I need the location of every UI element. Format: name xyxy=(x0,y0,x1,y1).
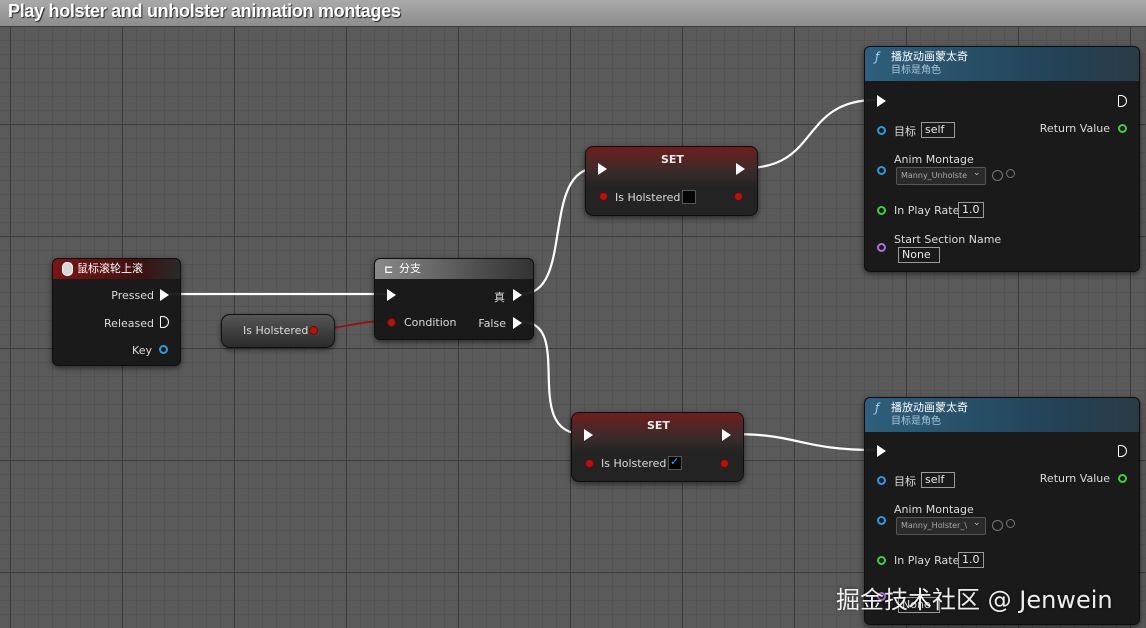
set-bottom-value-pin[interactable] xyxy=(585,459,594,468)
montage-bottom-exec-in-pin[interactable] xyxy=(877,445,886,457)
montage-top-target-value[interactable]: self xyxy=(921,122,955,138)
branch-exec-in-pin[interactable] xyxy=(387,289,396,301)
use-selected-asset-icon[interactable] xyxy=(992,520,1003,531)
play-montage-top-title: 播放动画蒙太奇 xyxy=(891,50,968,63)
play-montage-top-subtitle: 目标是角色 xyxy=(891,65,941,76)
montage-top-anim-pin[interactable] xyxy=(877,166,886,175)
set-top-title: SET xyxy=(661,153,684,166)
montage-top-exec-in-pin[interactable] xyxy=(877,95,886,107)
montage-top-return-pin[interactable] xyxy=(1118,124,1127,133)
montage-top-exec-out-pin[interactable] xyxy=(1118,95,1127,107)
set-bottom-output-pin[interactable] xyxy=(720,459,729,468)
montage-top-rate-value[interactable]: 1.0 xyxy=(958,202,984,218)
set-top-checkbox[interactable] xyxy=(682,190,696,204)
montage-bottom-exec-out-pin[interactable] xyxy=(1118,445,1127,457)
set-top-exec-in-pin[interactable] xyxy=(598,163,607,175)
mouse-icon xyxy=(62,262,73,276)
wire-set-bottom-to-montage-bottom xyxy=(731,432,877,452)
montage-bottom-rate-pin[interactable] xyxy=(877,556,886,565)
checkmark-icon: ✓ xyxy=(670,455,680,468)
use-selected-asset-icon[interactable] xyxy=(992,170,1003,181)
montage-bottom-target-pin[interactable] xyxy=(877,476,886,485)
is-holstered-getter-node[interactable]: Is Holstered xyxy=(221,314,335,348)
montage-top-rate-label: In Play Rate xyxy=(894,204,960,217)
condition-pin-label: Condition xyxy=(404,316,457,329)
condition-pin[interactable] xyxy=(387,318,396,327)
event-node-title: 鼠标滚轮上滚 xyxy=(77,262,143,275)
function-icon: ƒ xyxy=(875,50,880,64)
key-pin[interactable] xyxy=(159,345,168,354)
play-montage-bottom-header: ƒ 播放动画蒙太奇 目标是角色 xyxy=(865,398,1139,432)
branch-node[interactable]: ⊏ 分支 真 Condition False xyxy=(374,258,534,340)
montage-top-target-pin[interactable] xyxy=(877,126,886,135)
set-bottom-exec-in-pin[interactable] xyxy=(584,429,593,441)
montage-bottom-target-value[interactable]: self xyxy=(921,472,955,488)
is-holstered-getter-pin[interactable] xyxy=(309,326,318,335)
event-node-mouse-wheel-up[interactable]: 鼠标滚轮上滚 Pressed Released Key xyxy=(52,258,181,366)
montage-bottom-return-pin[interactable] xyxy=(1118,474,1127,483)
play-montage-bottom-title: 播放动画蒙太奇 xyxy=(891,401,968,414)
montage-top-return-label: Return Value xyxy=(1039,122,1110,135)
set-bottom-exec-out-pin[interactable] xyxy=(722,429,731,441)
true-exec-pin[interactable] xyxy=(513,289,522,301)
set-bottom-title: SET xyxy=(647,419,670,432)
montage-top-section-pin[interactable] xyxy=(877,243,886,252)
montage-top-section-value[interactable]: None xyxy=(898,247,940,263)
browse-asset-icon[interactable] xyxy=(1006,169,1015,178)
is-holstered-getter-label: Is Holstered xyxy=(243,324,309,337)
montage-bottom-return-label: Return Value xyxy=(1039,472,1110,485)
released-pin-label: Released xyxy=(104,317,154,330)
wire-set-top-to-montage-top xyxy=(745,98,877,170)
set-is-holstered-true-node[interactable]: SET Is Holstered ✓ xyxy=(571,412,744,482)
branch-node-title: 分支 xyxy=(399,262,421,275)
chevron-down-icon[interactable]: ⌄ xyxy=(973,518,981,528)
montage-bottom-anim-value: Manny_Holster_\ xyxy=(901,521,968,530)
false-pin-label: False xyxy=(478,317,506,330)
set-top-output-pin[interactable] xyxy=(734,192,743,201)
montage-top-anim-label: Anim Montage xyxy=(894,153,974,166)
pressed-exec-pin[interactable] xyxy=(160,289,169,301)
montage-top-rate-pin[interactable] xyxy=(877,206,886,215)
play-montage-bottom-subtitle: 目标是角色 xyxy=(891,416,941,427)
set-bottom-pin-label: Is Holstered xyxy=(601,457,667,470)
montage-top-target-label: 目标 xyxy=(894,125,916,138)
branch-node-header: ⊏ 分支 xyxy=(375,259,533,279)
set-top-pin-label: Is Holstered xyxy=(615,191,681,204)
released-exec-pin[interactable] xyxy=(160,316,169,328)
browse-asset-icon[interactable] xyxy=(1006,519,1015,528)
set-top-value-pin[interactable] xyxy=(599,192,608,201)
montage-top-section-label: Start Section Name xyxy=(894,233,1002,246)
true-pin-label: 真 xyxy=(494,291,505,304)
play-montage-top-header: ƒ 播放动画蒙太奇 目标是角色 xyxy=(865,47,1139,81)
event-node-header: 鼠标滚轮上滚 xyxy=(53,259,180,279)
set-is-holstered-false-node[interactable]: SET Is Holstered xyxy=(585,146,758,216)
function-icon: ƒ xyxy=(875,401,880,415)
montage-bottom-rate-label: In Play Rate xyxy=(894,554,960,567)
montage-bottom-anim-pin[interactable] xyxy=(877,516,886,525)
montage-bottom-anim-label: Anim Montage xyxy=(894,503,974,516)
set-bottom-checkbox[interactable]: ✓ xyxy=(668,455,682,470)
branch-icon: ⊏ xyxy=(384,263,394,276)
play-montage-node-top[interactable]: ƒ 播放动画蒙太奇 目标是角色 目标 self Return Value Ani… xyxy=(864,46,1140,272)
watermark: 掘金技术社区 @ Jenwein xyxy=(836,586,1113,614)
key-pin-label: Key xyxy=(132,344,152,357)
set-top-exec-out-pin[interactable] xyxy=(736,163,745,175)
montage-bottom-target-label: 目标 xyxy=(894,475,916,488)
montage-top-anim-value: Manny_Unholste xyxy=(901,171,968,180)
chevron-down-icon[interactable]: ⌄ xyxy=(973,168,981,178)
false-exec-pin[interactable] xyxy=(513,317,522,329)
montage-bottom-rate-value[interactable]: 1.0 xyxy=(958,552,984,568)
pressed-pin-label: Pressed xyxy=(111,289,154,302)
